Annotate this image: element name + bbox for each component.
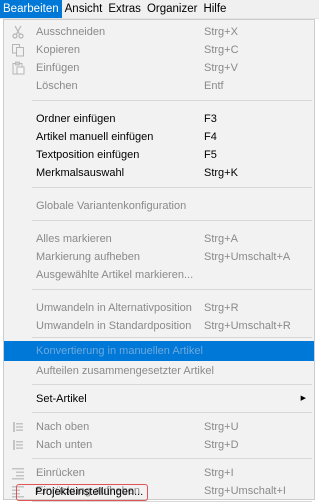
menu-item-shortcut: F5 (204, 149, 217, 161)
menu-item-shortcut: F4 (204, 131, 217, 143)
menu-item-umwandeln-alternativposition[interactable]: Umwandeln in Alternativposition Strg+R (4, 298, 314, 318)
menu-extras[interactable]: Extras (105, 0, 144, 18)
menu-item-alles-markieren[interactable]: Alles markieren Strg+A (4, 229, 314, 249)
menu-item-artikel-manuell-einfuegen[interactable]: Artikel manuell einfügen F4 (4, 127, 314, 147)
menu-separator (32, 384, 312, 385)
menu-item-kopieren[interactable]: Kopieren Strg+C (4, 40, 314, 60)
menu-item-label: Nach unten (36, 439, 93, 451)
menu-item-label: Nach oben (36, 421, 90, 433)
menu-item-ausgewaehlte-artikel-markieren[interactable]: Ausgewählte Artikel markieren... (4, 265, 314, 285)
menu-item-label: Löschen (36, 80, 78, 92)
menu-item-label: Merkmalsauswahl (36, 167, 125, 179)
menu-item-textposition-einfuegen[interactable]: Textposition einfügen F5 (4, 145, 314, 165)
menu-item-shortcut: Strg+Umschalt+A (204, 251, 291, 263)
menu-item-label: Alles markieren (36, 233, 112, 245)
menu-item-set-artikel[interactable]: Set-Artikel ▶ (4, 389, 314, 409)
menu-item-label: Ordner einfügen (36, 113, 116, 125)
menu-item-shortcut: Strg+K (204, 167, 238, 179)
menu-item-shortcut: Strg+I (204, 467, 234, 479)
menu-bar: Bearbeiten Ansicht Extras Organizer Hilf… (0, 0, 319, 19)
menu-item-nach-oben[interactable]: Nach oben Strg+U (4, 417, 314, 437)
copy-icon (12, 44, 24, 57)
menu-item-label: Umwandeln in Alternativposition (36, 302, 192, 314)
menu-item-shortcut: Strg+A (204, 233, 238, 245)
menu-item-shortcut: Strg+C (204, 44, 239, 56)
menu-item-globale-variantenkonfiguration[interactable]: Globale Variantenkonfiguration (4, 196, 314, 216)
menu-item-label: Markierung aufheben (36, 251, 140, 263)
move-down-icon (13, 440, 23, 450)
menu-item-aufteilen-zusammengesetzter-artikel[interactable]: Aufteilen zusammengesetzter Artikel (4, 361, 314, 381)
submenu-arrow-icon: ▶ (300, 395, 306, 402)
scissors-icon (12, 25, 24, 39)
menu-separator (32, 412, 312, 413)
menu-item-shortcut: Strg+X (204, 26, 238, 38)
menu-item-ausschneiden[interactable]: Ausschneiden Strg+X (4, 22, 314, 42)
bearbeiten-dropdown-menu: Ausschneiden Strg+X Kopieren Strg+C Einf… (3, 19, 315, 502)
menu-item-label: Ausschneiden (36, 26, 106, 38)
menu-item-shortcut: Entf (204, 80, 224, 92)
menu-item-ordner-einfuegen[interactable]: Ordner einfügen F3 (4, 109, 314, 129)
menu-item-konvertierung-manueller-artikel[interactable]: Konvertierung in manuellen Artikel (4, 341, 314, 361)
menu-item-shortcut: Strg+D (204, 439, 239, 451)
menu-item-shortcut: Strg+U (204, 421, 239, 433)
menu-hilfe[interactable]: Hilfe (200, 0, 229, 18)
menu-separator (32, 337, 312, 338)
menu-item-markierung-aufheben[interactable]: Markierung aufheben Strg+Umschalt+A (4, 247, 314, 267)
menu-item-einfuegen[interactable]: Einfügen Strg+V (4, 58, 314, 78)
menu-ansicht[interactable]: Ansicht (62, 0, 106, 18)
menu-separator (32, 187, 312, 188)
menu-item-loeschen[interactable]: Löschen Entf (4, 76, 314, 96)
menu-item-label: Kopieren (36, 44, 81, 56)
menu-organizer[interactable]: Organizer (144, 0, 201, 18)
menu-item-label: Set-Artikel (36, 393, 87, 405)
menu-item-label: Konvertierung in manuellen Artikel (36, 345, 203, 357)
menu-item-label: Einfügen (36, 62, 80, 74)
menu-item-label: Globale Variantenkonfiguration (36, 200, 187, 212)
menu-item-shortcut: Strg+R (204, 302, 239, 314)
menu-item-label: Projekteinstellungen... (35, 486, 144, 498)
paste-icon (12, 61, 25, 75)
menu-item-label: Ausgewählte Artikel markieren... (36, 269, 194, 281)
menu-item-label: Umwandeln in Standardposition (36, 320, 192, 332)
menu-bearbeiten[interactable]: Bearbeiten (0, 0, 62, 18)
menu-separator (32, 289, 312, 290)
menu-item-merkmalsauswahl[interactable]: Merkmalsauswahl Strg+K (4, 163, 314, 183)
menu-item-projekteinstellungen[interactable]: Projekteinstellungen... (3, 482, 315, 502)
menu-item-label: Textposition einfügen (36, 149, 140, 161)
menu-item-nach-unten[interactable]: Nach unten Strg+D (4, 435, 314, 455)
menu-separator (32, 458, 312, 459)
menu-item-umwandeln-standardposition[interactable]: Umwandeln in Standardposition Strg+Umsch… (4, 316, 314, 336)
menu-item-einruecken[interactable]: Einrücken Strg+I (4, 463, 314, 483)
indent-icon (12, 468, 24, 480)
menu-item-label: Aufteilen zusammengesetzter Artikel (36, 365, 214, 377)
menu-item-shortcut: F3 (204, 113, 217, 125)
move-up-icon (13, 422, 23, 432)
menu-separator (32, 100, 312, 101)
menu-item-shortcut: Strg+Umschalt+R (204, 320, 291, 332)
menu-separator (32, 220, 312, 221)
menu-item-label: Einrücken (36, 467, 85, 479)
menu-item-label: Artikel manuell einfügen (36, 131, 154, 143)
menu-item-shortcut: Strg+V (204, 62, 238, 74)
